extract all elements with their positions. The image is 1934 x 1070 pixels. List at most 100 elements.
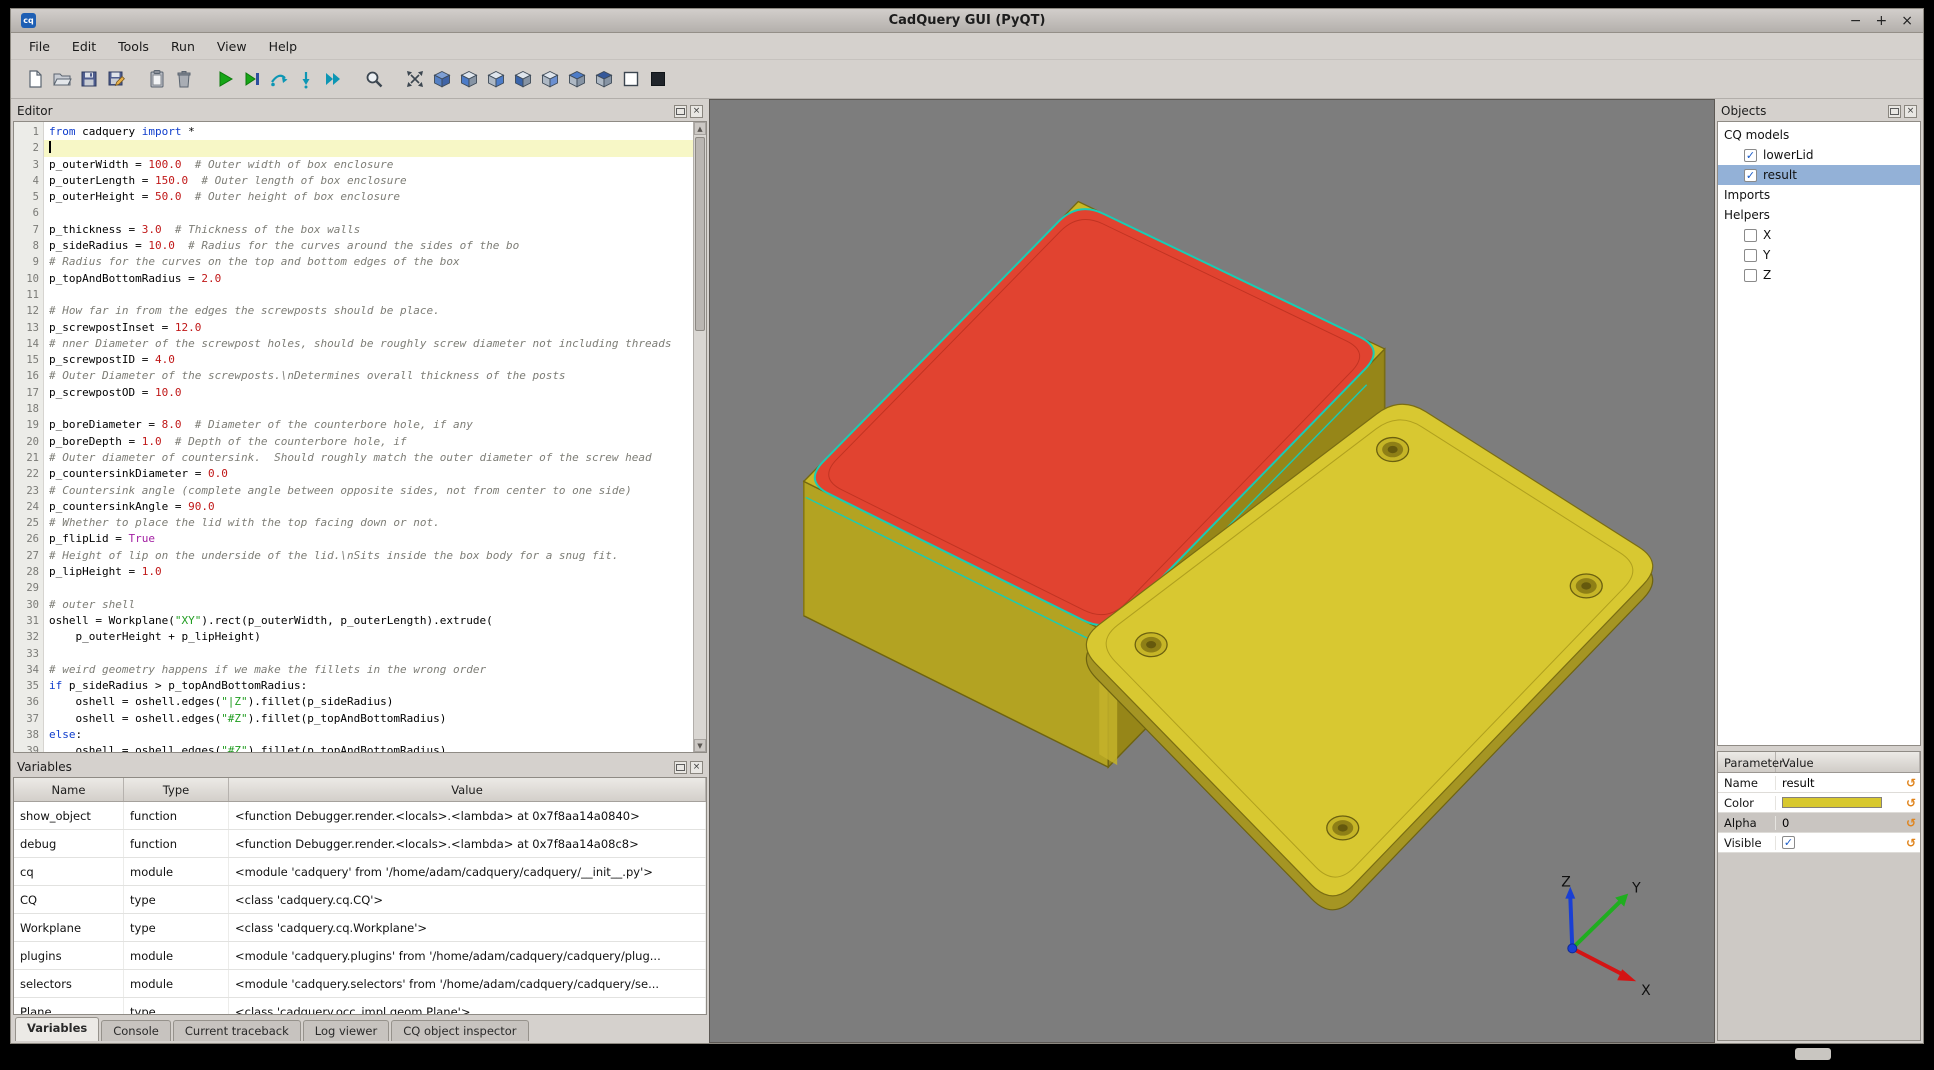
code-line-27[interactable]: # Height of lip on the underside of the … (44, 548, 693, 564)
code-line-2[interactable] (44, 140, 693, 156)
code-line-29[interactable] (44, 580, 693, 596)
objects-undock-icon[interactable] (1888, 105, 1901, 118)
tree-item-helpers[interactable]: Helpers (1718, 205, 1920, 225)
menu-file[interactable]: File (19, 35, 60, 58)
tree-item-cq-models[interactable]: CQ models (1718, 125, 1920, 145)
code-line-7[interactable]: p_thickness = 3.0 # Thickness of the box… (44, 222, 693, 238)
step-into-button[interactable] (292, 66, 319, 93)
code-line-37[interactable]: oshell = oshell.edges("#Z").fillet(p_top… (44, 711, 693, 727)
visibility-checkbox[interactable]: ✓ (1744, 169, 1757, 182)
save-file-button[interactable] (75, 66, 102, 93)
variables-close-icon[interactable]: × (690, 761, 703, 774)
tab-log-viewer[interactable]: Log viewer (303, 1020, 389, 1041)
tree-item-z[interactable]: Z (1718, 265, 1920, 285)
editor-code-area[interactable]: from cadquery import *p_outerWidth = 100… (44, 122, 693, 752)
scroll-down-icon[interactable]: ▼ (694, 739, 706, 752)
tree-item-x[interactable]: X (1718, 225, 1920, 245)
editor-undock-icon[interactable] (674, 105, 687, 118)
variables-column-header-name[interactable]: Name (14, 778, 124, 801)
tab-current-traceback[interactable]: Current traceback (173, 1020, 301, 1041)
debug-script-button[interactable] (238, 66, 265, 93)
variables-column-header-value[interactable]: Value (229, 778, 706, 801)
table-row[interactable]: pluginsmodule<module 'cadquery.plugins' … (14, 942, 706, 970)
code-line-9[interactable]: # Radius for the curves on the top and b… (44, 254, 693, 270)
color-swatch[interactable] (1782, 797, 1882, 808)
visibility-checkbox[interactable] (1744, 269, 1757, 282)
visibility-checkbox[interactable]: ✓ (1744, 149, 1757, 162)
minimize-button[interactable]: − (1850, 14, 1862, 28)
wireframe-mode-button[interactable] (617, 66, 644, 93)
view-left-button[interactable] (509, 66, 536, 93)
code-line-10[interactable]: p_topAndBottomRadius = 2.0 (44, 271, 693, 287)
run-script-button[interactable] (211, 66, 238, 93)
code-line-16[interactable]: # Outer Diameter of the screwposts.\nDet… (44, 368, 693, 384)
save-as-button[interactable] (102, 66, 129, 93)
tree-item-imports[interactable]: Imports (1718, 185, 1920, 205)
code-line-26[interactable]: p_flipLid = True (44, 531, 693, 547)
table-row[interactable]: debugfunction<function Debugger.render.<… (14, 830, 706, 858)
table-row[interactable]: selectorsmodule<module 'cadquery.selecto… (14, 970, 706, 998)
code-line-8[interactable]: p_sideRadius = 10.0 # Radius for the cur… (44, 238, 693, 254)
value-column-header[interactable]: Value (1776, 752, 1920, 772)
delete-button[interactable] (170, 66, 197, 93)
tab-console[interactable]: Console (101, 1020, 171, 1041)
code-line-6[interactable] (44, 205, 693, 221)
code-line-12[interactable]: # How far in from the edges the screwpos… (44, 303, 693, 319)
code-line-13[interactable]: p_screwpostInset = 12.0 (44, 320, 693, 336)
revert-icon[interactable]: ↺ (1906, 816, 1920, 830)
view-right-button[interactable] (536, 66, 563, 93)
code-line-21[interactable]: # Outer diameter of countersink. Should … (44, 450, 693, 466)
menu-edit[interactable]: Edit (62, 35, 106, 58)
view-back-button[interactable] (482, 66, 509, 93)
code-line-22[interactable]: p_countersinkDiameter = 0.0 (44, 466, 693, 482)
code-line-17[interactable]: p_screwpostOD = 10.0 (44, 385, 693, 401)
paste-button[interactable] (143, 66, 170, 93)
menu-help[interactable]: Help (259, 35, 308, 58)
viewport-canvas[interactable]: Z Y X (710, 100, 1714, 1042)
tab-variables[interactable]: Variables (15, 1017, 99, 1041)
visibility-checkbox[interactable] (1744, 249, 1757, 262)
code-line-28[interactable]: p_lipHeight = 1.0 (44, 564, 693, 580)
revert-icon[interactable]: ↺ (1906, 836, 1920, 850)
editor-scrollbar[interactable]: ▲ ▼ (693, 122, 706, 752)
titlebar[interactable]: cq CadQuery GUI (PyQT) − + × (11, 9, 1923, 33)
code-line-18[interactable] (44, 401, 693, 417)
code-line-39[interactable]: oshell = oshell.edges("#Z").fillet(p_top… (44, 743, 693, 752)
visibility-checkbox[interactable] (1744, 229, 1757, 242)
tree-item-lowerlid[interactable]: ✓lowerLid (1718, 145, 1920, 165)
scroll-up-icon[interactable]: ▲ (694, 122, 706, 135)
open-file-button[interactable] (48, 66, 75, 93)
new-file-button[interactable] (21, 66, 48, 93)
maximize-button[interactable]: + (1876, 14, 1888, 28)
parameter-value[interactable]: 0↺ (1776, 816, 1920, 830)
variables-column-header-type[interactable]: Type (124, 778, 229, 801)
parameter-checkbox[interactable]: ✓ (1782, 836, 1795, 849)
code-line-19[interactable]: p_boreDiameter = 8.0 # Diameter of the c… (44, 417, 693, 433)
variables-undock-icon[interactable] (674, 761, 687, 774)
code-line-33[interactable] (44, 646, 693, 662)
revert-icon[interactable]: ↺ (1906, 776, 1920, 790)
code-line-24[interactable]: p_countersinkAngle = 90.0 (44, 499, 693, 515)
code-line-38[interactable]: else: (44, 727, 693, 743)
table-row[interactable]: show_objectfunction<function Debugger.re… (14, 802, 706, 830)
table-row[interactable]: Planetype<class 'cadquery.occ_impl.geom.… (14, 998, 706, 1015)
code-line-23[interactable]: # Countersink angle (complete angle betw… (44, 483, 693, 499)
code-line-3[interactable]: p_outerWidth = 100.0 # Outer width of bo… (44, 157, 693, 173)
parameter-value[interactable]: ✓↺ (1776, 836, 1920, 850)
tree-item-y[interactable]: Y (1718, 245, 1920, 265)
view-bottom-button[interactable] (590, 66, 617, 93)
code-line-20[interactable]: p_boreDepth = 1.0 # Depth of the counter… (44, 434, 693, 450)
menu-run[interactable]: Run (161, 35, 205, 58)
code-line-25[interactable]: # Whether to place the lid with the top … (44, 515, 693, 531)
table-row[interactable]: CQtype<class 'cadquery.cq.CQ'> (14, 886, 706, 914)
code-line-35[interactable]: if p_sideRadius > p_topAndBottomRadius: (44, 678, 693, 694)
table-row[interactable]: Workplanetype<class 'cadquery.cq.Workpla… (14, 914, 706, 942)
zoom-search-button[interactable] (360, 66, 387, 93)
editor-scrollbar-thumb[interactable] (695, 137, 705, 331)
editor-close-icon[interactable]: × (690, 105, 703, 118)
menu-view[interactable]: View (207, 35, 257, 58)
view-iso-button[interactable] (428, 66, 455, 93)
parameter-value[interactable]: ↺ (1776, 796, 1920, 810)
view-front-button[interactable] (455, 66, 482, 93)
code-line-34[interactable]: # weird geometry happens if we make the … (44, 662, 693, 678)
